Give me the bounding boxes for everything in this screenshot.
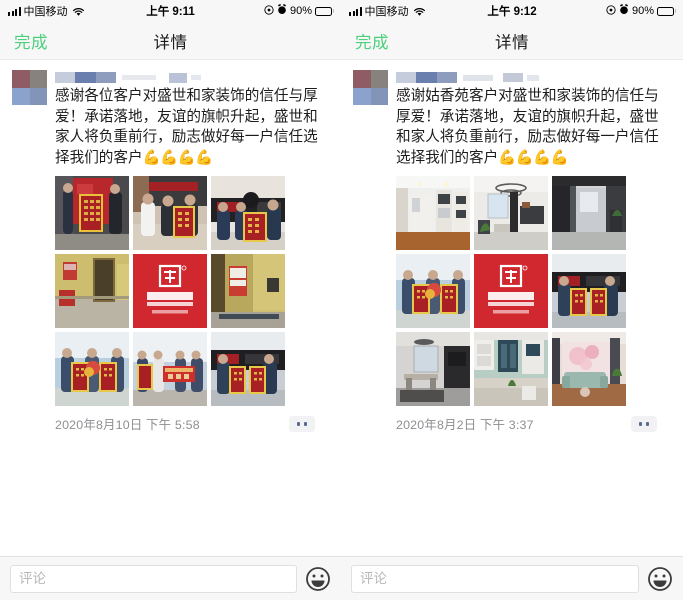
avatar[interactable] xyxy=(12,70,47,105)
post-image-thumbnail[interactable] xyxy=(211,331,285,406)
post-image-thumbnail[interactable] xyxy=(474,175,548,250)
wifi-icon xyxy=(72,7,84,16)
post-image-thumbnail[interactable] xyxy=(552,175,626,250)
post-image-thumbnail-logo[interactable] xyxy=(474,253,548,328)
wifi-icon xyxy=(413,7,425,16)
post-image-thumbnail[interactable] xyxy=(133,331,207,406)
phone-screen-right: 中国移动 上午 9:12 90% 完成 详情 感谢姑香苑客户对盛世和家装饰的信任… xyxy=(341,0,683,600)
carrier-label: 中国移动 xyxy=(23,6,68,18)
location-icon xyxy=(606,4,616,18)
post-image-thumbnail[interactable] xyxy=(133,175,207,250)
post-image-thumbnail[interactable] xyxy=(396,175,470,250)
battery-percent-label: 90% xyxy=(631,5,654,17)
post-emoji: 💪💪💪💪 xyxy=(142,150,214,167)
post-meta-row: 2020年8月2日 下午 3:37 xyxy=(396,415,671,433)
done-button[interactable]: 完成 xyxy=(355,29,389,53)
navigation-bar: 完成 详情 xyxy=(341,22,683,60)
battery-icon xyxy=(657,6,676,16)
status-bar-right: 90% xyxy=(264,4,334,18)
more-actions-button[interactable] xyxy=(631,415,657,432)
alarm-icon xyxy=(277,4,287,18)
phone-screen-left: 中国移动 上午 9:11 90% 完成 详情 感谢各位客户对盛世和家装饰的信任与… xyxy=(0,0,341,600)
post-timestamp: 2020年8月2日 下午 3:37 xyxy=(396,417,534,432)
done-button[interactable]: 完成 xyxy=(14,29,48,53)
status-bar-right: 90% xyxy=(606,4,676,18)
page-title: 详情 xyxy=(153,33,188,52)
post-image-thumbnail[interactable] xyxy=(552,331,626,406)
username-masked[interactable] xyxy=(55,70,329,85)
carrier-label: 中国移动 xyxy=(364,6,409,18)
moment-post: 感谢姑香苑客户对盛世和家装饰的信任与厚爱！承诺落地，友谊的旗帜升起，盛世和家人将… xyxy=(341,60,683,433)
avatar[interactable] xyxy=(353,70,388,105)
post-meta-row: 2020年8月10日 下午 5:58 xyxy=(55,415,329,433)
post-detail-content: 感谢各位客户对盛世和家装饰的信任与厚爱！承诺落地，友谊的旗帜升起，盛世和家人将负… xyxy=(0,60,341,556)
navigation-bar: 完成 详情 xyxy=(0,22,341,60)
moment-post: 感谢各位客户对盛世和家装饰的信任与厚爱！承诺落地，友谊的旗帜升起，盛世和家人将负… xyxy=(0,60,341,433)
status-bar-left: 中国移动 xyxy=(8,3,84,19)
comment-bar xyxy=(341,556,683,600)
post-image-thumbnail[interactable] xyxy=(396,331,470,406)
comment-bar xyxy=(0,556,341,600)
comment-input[interactable] xyxy=(351,564,639,593)
comment-input[interactable] xyxy=(10,564,297,593)
post-image-thumbnail[interactable] xyxy=(211,253,285,328)
username-masked[interactable] xyxy=(396,70,671,85)
post-image-thumbnail[interactable] xyxy=(55,331,129,406)
status-bar: 中国移动 上午 9:11 90% xyxy=(0,0,341,22)
post-image-thumbnail[interactable] xyxy=(474,331,548,406)
post-text: 感谢姑香苑客户对盛世和家装饰的信任与厚爱！承诺落地，友谊的旗帜升起，盛世和家人将… xyxy=(396,86,671,169)
dual-screenshot-container: 中国移动 上午 9:11 90% 完成 详情 感谢各位客户对盛世和家装饰的信任与… xyxy=(0,0,683,600)
smiley-icon[interactable] xyxy=(647,566,673,592)
post-body: 感谢姑香苑客户对盛世和家装饰的信任与厚爱！承诺落地，友谊的旗帜升起，盛世和家人将… xyxy=(396,70,671,433)
battery-percent-label: 90% xyxy=(289,5,312,17)
signal-icon xyxy=(349,7,362,16)
signal-icon xyxy=(8,7,21,16)
post-body: 感谢各位客户对盛世和家装饰的信任与厚爱！承诺落地，友谊的旗帜升起，盛世和家人将负… xyxy=(55,70,329,433)
post-image-thumbnail[interactable] xyxy=(396,253,470,328)
post-text: 感谢各位客户对盛世和家装饰的信任与厚爱！承诺落地，友谊的旗帜升起，盛世和家人将负… xyxy=(55,86,329,169)
post-image-thumbnail[interactable] xyxy=(55,175,129,250)
location-icon xyxy=(264,4,274,18)
image-grid xyxy=(55,175,329,406)
post-image-thumbnail[interactable] xyxy=(552,253,626,328)
image-grid xyxy=(396,175,671,406)
status-bar: 中国移动 上午 9:12 90% xyxy=(341,0,683,22)
smiley-icon[interactable] xyxy=(305,566,331,592)
post-image-thumbnail-logo[interactable] xyxy=(133,253,207,328)
more-actions-button[interactable] xyxy=(289,415,315,432)
battery-icon xyxy=(315,6,334,16)
page-title: 详情 xyxy=(495,33,529,52)
post-image-thumbnail[interactable] xyxy=(55,253,129,328)
status-bar-left: 中国移动 xyxy=(349,3,425,19)
post-detail-content: 感谢姑香苑客户对盛世和家装饰的信任与厚爱！承诺落地，友谊的旗帜升起，盛世和家人将… xyxy=(341,60,683,556)
alarm-icon xyxy=(619,4,629,18)
post-emoji: 💪💪💪💪 xyxy=(498,150,569,167)
post-timestamp: 2020年8月10日 下午 5:58 xyxy=(55,417,200,432)
post-image-thumbnail[interactable] xyxy=(211,175,285,250)
